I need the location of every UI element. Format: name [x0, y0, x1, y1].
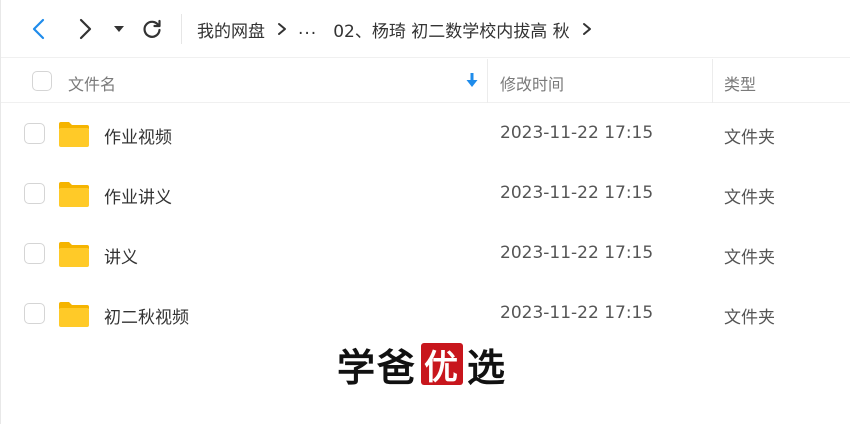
watermark-seal: 优 [421, 343, 464, 388]
refresh-icon [143, 19, 161, 38]
chevron-left-icon [32, 18, 45, 40]
history-dropdown-button[interactable] [107, 13, 131, 45]
refresh-button[interactable] [136, 13, 168, 45]
chevron-right-icon [277, 22, 287, 36]
column-divider[interactable] [487, 59, 488, 103]
chevron-right-icon [582, 22, 592, 36]
folder-icon [59, 302, 89, 327]
column-header-type[interactable]: 类型 [724, 71, 756, 95]
column-header-modified[interactable]: 修改时间 [500, 71, 564, 95]
folder-icon [59, 242, 89, 267]
file-name[interactable]: 讲义 [104, 243, 138, 268]
chevron-right-icon [79, 18, 92, 40]
column-header-name[interactable]: 文件名 [68, 71, 116, 95]
file-modified-time: 2023-11-22 17:15 [500, 243, 654, 263]
caret-down-icon [114, 26, 124, 32]
file-type: 文件夹 [724, 248, 775, 268]
file-name[interactable]: 作业讲义 [104, 183, 172, 208]
file-modified-time: 2023-11-22 17:15 [500, 183, 654, 203]
breadcrumb: 我的网盘 ... 02、杨琦 初二数学校内拔高 秋 [197, 0, 603, 58]
sort-down-arrow-icon[interactable] [466, 72, 478, 92]
file-type: 文件夹 [724, 188, 775, 208]
toolbar-divider [181, 14, 182, 44]
watermark-logo: 学 爸 优 选 [337, 340, 507, 390]
watermark-char: 爸 [377, 344, 418, 390]
breadcrumb-current[interactable]: 02、杨琦 初二数学校内拔高 秋 [333, 17, 569, 42]
watermark-char: 学 [337, 344, 378, 390]
file-name[interactable]: 初二秋视频 [104, 303, 189, 328]
table-row[interactable]: 作业讲义 2023-11-22 17:15 文件夹 [1, 164, 850, 224]
table-row[interactable]: 作业视频 2023-11-22 17:15 文件夹 [1, 104, 850, 164]
toolbar: 我的网盘 ... 02、杨琦 初二数学校内拔高 秋 [1, 0, 850, 58]
folder-icon [59, 182, 89, 207]
file-list-header: 文件名 修改时间 类型 [1, 59, 850, 103]
row-checkbox[interactable] [24, 243, 45, 264]
watermark-char: 选 [467, 344, 508, 390]
file-name[interactable]: 作业视频 [104, 123, 172, 148]
row-checkbox[interactable] [24, 123, 45, 144]
file-manager-window: 我的网盘 ... 02、杨琦 初二数学校内拔高 秋 文件名 修改时间 类型 作业… [0, 0, 850, 424]
file-modified-time: 2023-11-22 17:15 [500, 123, 654, 143]
file-type: 文件夹 [724, 308, 775, 328]
column-divider[interactable] [712, 59, 713, 103]
row-checkbox[interactable] [24, 303, 45, 324]
file-type: 文件夹 [724, 128, 775, 148]
back-button[interactable] [23, 13, 55, 45]
table-row[interactable]: 讲义 2023-11-22 17:15 文件夹 [1, 224, 850, 284]
table-row[interactable]: 初二秋视频 2023-11-22 17:15 文件夹 [1, 284, 850, 344]
row-checkbox[interactable] [24, 183, 45, 204]
breadcrumb-ellipsis[interactable]: ... [298, 19, 317, 39]
file-modified-time: 2023-11-22 17:15 [500, 303, 654, 323]
folder-icon [59, 122, 89, 147]
select-all-checkbox[interactable] [32, 71, 52, 91]
breadcrumb-root[interactable]: 我的网盘 [197, 17, 265, 42]
forward-button[interactable] [69, 13, 101, 45]
